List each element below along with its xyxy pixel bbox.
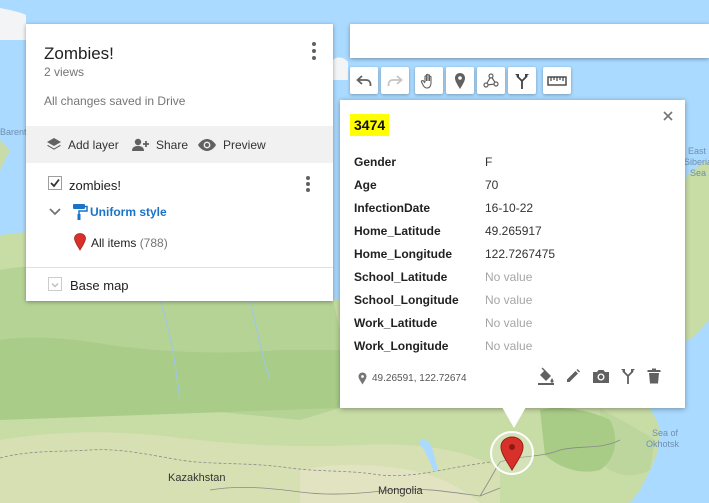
layer-row: zombies!: [48, 174, 318, 196]
style-button[interactable]: [535, 365, 557, 387]
redo-icon: [387, 74, 403, 86]
layer-visibility-checkbox[interactable]: [48, 176, 62, 190]
base-map-expand-toggle[interactable]: [48, 277, 62, 291]
map-label-sea-of: Sea of: [652, 428, 679, 438]
field-name: Work_Longitude: [354, 339, 449, 353]
field-name: Work_Latitude: [354, 316, 438, 330]
redo-button[interactable]: [381, 67, 409, 94]
measure-button[interactable]: [543, 67, 571, 94]
draw-line-button[interactable]: [477, 67, 505, 94]
add-directions-button[interactable]: [508, 67, 536, 94]
field-value: 16-10-22: [485, 201, 534, 215]
directions-icon: [621, 369, 635, 384]
directions-icon: [515, 73, 529, 89]
edit-pencil-icon: [567, 369, 580, 382]
field-name: Home_Longitude: [354, 247, 452, 261]
field-value: No value: [485, 293, 533, 307]
panel-action-bar: Add layer Share Preview: [26, 126, 333, 163]
field-name: Age: [354, 178, 377, 192]
draw-line-icon: [483, 72, 499, 88]
popup-pointer: [502, 407, 526, 428]
coordinates-text: 49.26591, 122.72674: [372, 373, 467, 384]
directions-to-here-button[interactable]: [617, 365, 639, 387]
field-row-school-longitude: School_Longitude No value: [354, 290, 674, 310]
field-name: Gender: [354, 155, 397, 169]
field-row-school-latitude: School_Latitude No value: [354, 267, 674, 287]
edit-button[interactable]: [562, 365, 584, 387]
add-marker-icon: [455, 72, 465, 89]
field-row-infection-date: InfectionDate 16-10-22: [354, 198, 674, 218]
map-label-mongolia: Mongolia: [378, 485, 423, 497]
preview-button[interactable]: Preview: [197, 126, 266, 163]
selected-map-marker-icon[interactable]: [500, 436, 524, 472]
share-button[interactable]: Share: [130, 126, 188, 163]
field-value: No value: [485, 270, 533, 284]
field-name: Home_Latitude: [354, 224, 441, 238]
field-row-work-latitude: Work_Latitude No value: [354, 313, 674, 333]
field-row-work-longitude: Work_Longitude No value: [354, 336, 674, 356]
map-label-kazakhstan: Kazakhstan: [168, 472, 226, 484]
share-label: Share: [156, 137, 189, 152]
close-icon[interactable]: [661, 109, 675, 123]
field-value: 122.7267475: [485, 247, 556, 261]
item-count: (788): [139, 236, 168, 250]
camera-icon: [593, 370, 609, 383]
delete-button[interactable]: [643, 365, 665, 387]
pan-tool-button[interactable]: [415, 67, 443, 94]
paint-bucket-icon: [538, 367, 554, 385]
add-layer-button[interactable]: Add layer: [46, 126, 119, 163]
field-row-gender: Gender F: [354, 152, 674, 172]
map-search-input[interactable]: [350, 24, 709, 58]
view-count: 2 views: [44, 65, 85, 79]
measure-ruler-icon: [547, 75, 567, 86]
field-row-age: Age 70: [354, 175, 674, 195]
map-title[interactable]: Zombies!: [44, 44, 114, 64]
field-value: F: [485, 155, 493, 169]
add-photo-button[interactable]: [590, 365, 612, 387]
map-label-okhotsk: Okhotsk: [646, 439, 680, 449]
map-legend-panel: Zombies! 2 views All changes saved in Dr…: [26, 24, 333, 301]
layers-icon: [47, 137, 61, 150]
feature-info-popup: 3474 Gender F Age 70 InfectionDate 16-10…: [340, 100, 685, 408]
field-value: No value: [485, 316, 533, 330]
undo-icon: [356, 74, 372, 86]
map-label-east-siberian-sea-3: Sea: [690, 168, 707, 178]
field-value: 70: [485, 178, 499, 192]
field-name: School_Latitude: [354, 270, 448, 284]
field-name: InfectionDate: [354, 201, 431, 215]
all-items-label: All items (788): [91, 236, 168, 250]
add-layer-label: Add layer: [68, 137, 119, 152]
add-person-icon: [132, 138, 149, 151]
save-status: All changes saved in Drive: [44, 94, 186, 108]
all-items-text: All items: [91, 236, 137, 250]
paint-roller-icon: [73, 204, 88, 220]
layer-options-menu-icon[interactable]: [304, 175, 312, 193]
field-value: No value: [485, 339, 533, 353]
add-marker-button[interactable]: [446, 67, 474, 94]
trash-icon: [647, 368, 661, 384]
hand-pan-icon: [420, 73, 432, 89]
map-label-east-siberian-sea-2: Siberian: [684, 157, 709, 167]
map-label-east-siberian-sea-1: East: [688, 146, 707, 156]
eye-icon: [198, 138, 216, 151]
feature-title[interactable]: 3474: [350, 114, 390, 136]
field-name: School_Longitude: [354, 293, 459, 307]
base-map-label: Base map: [70, 278, 129, 293]
undo-button[interactable]: [350, 67, 378, 94]
field-row-home-longitude: Home_Longitude 122.7267475: [354, 244, 674, 264]
caret-down-icon: [51, 283, 59, 288]
chevron-down-icon[interactable]: [49, 207, 61, 217]
map-options-menu-icon[interactable]: [308, 40, 320, 62]
panel-divider: [26, 267, 333, 268]
layer-name[interactable]: zombies!: [69, 178, 121, 193]
field-value: 49.265917: [485, 224, 542, 238]
uniform-style-link[interactable]: Uniform style: [90, 205, 167, 219]
location-pin-icon: [358, 372, 367, 385]
preview-label: Preview: [223, 137, 266, 152]
field-row-home-latitude: Home_Latitude 49.265917: [354, 221, 674, 241]
red-marker-icon: [74, 233, 86, 251]
